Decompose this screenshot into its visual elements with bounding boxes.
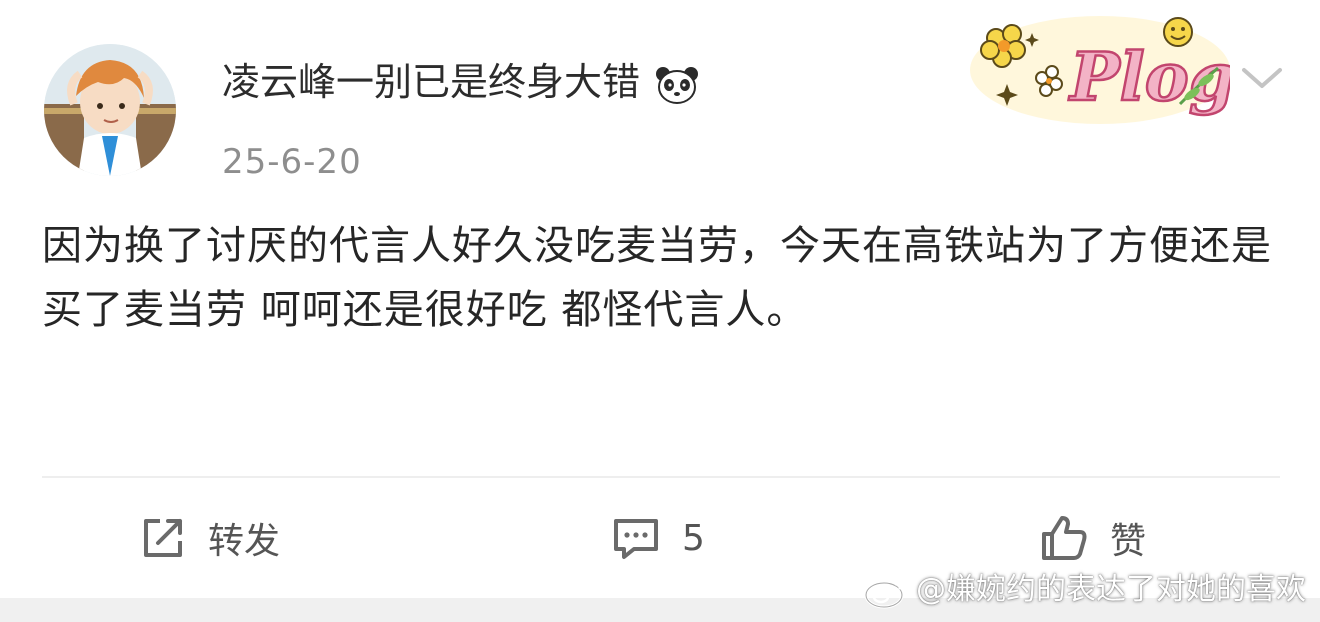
avatar-illustration <box>44 44 176 176</box>
username-row[interactable]: 凌云峰一别已是终身大错 <box>222 58 700 106</box>
repost-button[interactable]: 转发 <box>138 508 280 568</box>
chevron-down-icon[interactable] <box>1238 60 1286 96</box>
thumbs-up-icon <box>1042 516 1087 560</box>
comment-icon <box>614 519 658 559</box>
weibo-logo-icon <box>864 576 908 609</box>
post-body-text: 因为换了讨厌的代言人好久没吃麦当劳，今天在高铁站为了方便还是买了麦当劳 呵呵还是… <box>42 223 1272 333</box>
weibo-post-card: 凌云峰一别已是终身大错 25-6-20 Plog 因为换了讨厌的代言人好久没吃麦… <box>0 0 1320 598</box>
avatar[interactable] <box>44 44 176 176</box>
like-label: 赞 <box>1110 521 1147 562</box>
repost-icon <box>144 519 182 557</box>
post-date: 25-6-20 <box>222 142 362 182</box>
weibo-watermark: @嫌婉约的表达了对她的喜欢 <box>862 570 1306 610</box>
panda-icon <box>656 66 699 104</box>
plog-badge-icon: Plog <box>970 16 1230 124</box>
like-button[interactable]: 赞 <box>1038 508 1146 568</box>
repost-label: 转发 <box>208 521 281 562</box>
divider <box>42 476 1280 478</box>
watermark-text: @嫌婉约的表达了对她的喜欢 <box>916 572 1306 607</box>
comment-button[interactable]: 5 <box>610 508 705 568</box>
username[interactable]: 凌云峰一别已是终身大错 <box>222 60 640 104</box>
comment-count: 5 <box>682 517 705 559</box>
